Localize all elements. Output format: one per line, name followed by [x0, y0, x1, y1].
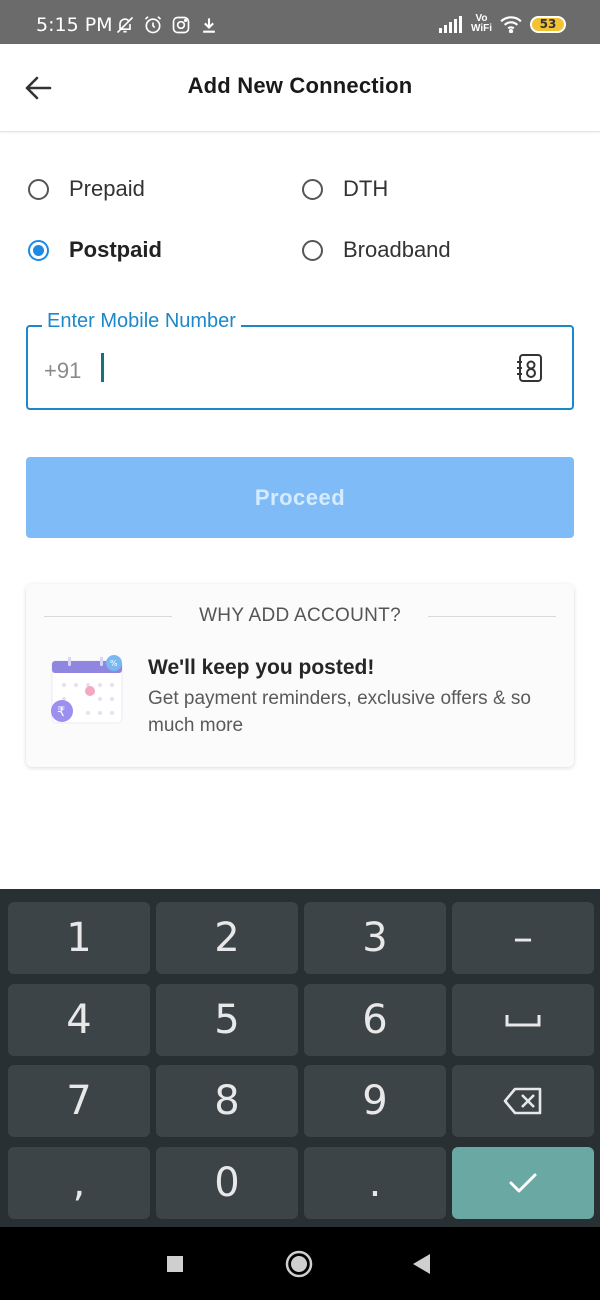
numeric-keyboard: 1 2 3 – 4 5 6 7 8 9 , 0 . [0, 889, 600, 1227]
card-heading: WHY ADD ACCOUNT? [199, 605, 401, 626]
status-bar: 5:15 PM Vo WiFi 53 [0, 0, 600, 44]
alarm-icon [144, 16, 162, 34]
text-cursor [101, 353, 104, 382]
key-period[interactable]: . [304, 1147, 446, 1219]
key-7[interactable]: 7 [8, 1065, 150, 1137]
radio-dth[interactable]: DTH [302, 176, 388, 202]
home-icon[interactable] [284, 1249, 314, 1279]
notifications-off-icon [116, 16, 134, 34]
radio-circle[interactable] [302, 239, 323, 261]
radio-prepaid[interactable]: Prepaid [28, 176, 145, 202]
radio-label: Postpaid [69, 237, 162, 262]
key-comma[interactable]: , [8, 1147, 150, 1219]
key-2[interactable]: 2 [156, 902, 298, 974]
instagram-icon [172, 16, 190, 34]
radio-broadband[interactable]: Broadband [302, 237, 451, 263]
battery-indicator: 53 [530, 15, 566, 33]
radio-circle[interactable] [302, 178, 323, 200]
radio-postpaid[interactable]: Postpaid [28, 237, 162, 263]
status-time: 5:15 PM [36, 14, 113, 36]
radio-label: DTH [343, 176, 389, 201]
mobile-number-label: Enter Mobile Number [42, 310, 241, 333]
space-icon [505, 1015, 541, 1027]
proceed-button[interactable]: Proceed [26, 457, 574, 538]
back-nav-icon[interactable] [406, 1249, 436, 1279]
vowifi-bottom: WiFi [470, 23, 492, 34]
app-bar: Add New Connection [0, 44, 600, 132]
key-backspace[interactable] [452, 1065, 594, 1137]
key-dash[interactable]: – [452, 902, 594, 974]
card-title: We'll keep you posted! [148, 656, 375, 679]
signal-icon [438, 16, 462, 33]
page-title: Add New Connection [187, 73, 413, 98]
key-9[interactable]: 9 [304, 1065, 446, 1137]
vowifi-indicator: Vo WiFi [471, 14, 492, 34]
key-space[interactable] [452, 984, 594, 1056]
recents-icon[interactable] [160, 1249, 190, 1279]
key-6[interactable]: 6 [304, 984, 446, 1056]
key-5[interactable]: 5 [156, 984, 298, 1056]
mobile-number-field[interactable]: Enter Mobile Number +91 [26, 310, 574, 410]
radio-label: Prepaid [69, 176, 145, 201]
key-done[interactable] [452, 1147, 594, 1219]
key-0[interactable]: 0 [156, 1147, 298, 1219]
wifi-icon [500, 16, 522, 33]
key-1[interactable]: 1 [8, 902, 150, 974]
backspace-icon [503, 1087, 542, 1115]
system-navigation-bar [0, 1227, 600, 1300]
card-description: Get payment reminders, exclusive offers … [148, 688, 531, 736]
radio-label: Broadband [343, 237, 451, 262]
why-add-account-card: WHY ADD ACCOUNT? % ₹ We'll keep you post… [26, 584, 574, 767]
contacts-icon[interactable] [516, 353, 544, 383]
key-4[interactable]: 4 [8, 984, 150, 1056]
country-code-prefix: +91 [44, 358, 82, 383]
radio-circle[interactable] [28, 239, 49, 261]
key-3[interactable]: 3 [304, 902, 446, 974]
radio-circle[interactable] [28, 178, 49, 200]
svg-text:₹: ₹ [57, 705, 65, 720]
calendar-reminder-icon: % ₹ [51, 655, 123, 724]
checkmark-icon [509, 1173, 537, 1193]
download-icon [203, 18, 215, 33]
key-8[interactable]: 8 [156, 1065, 298, 1137]
svg-text:%: % [110, 659, 118, 668]
